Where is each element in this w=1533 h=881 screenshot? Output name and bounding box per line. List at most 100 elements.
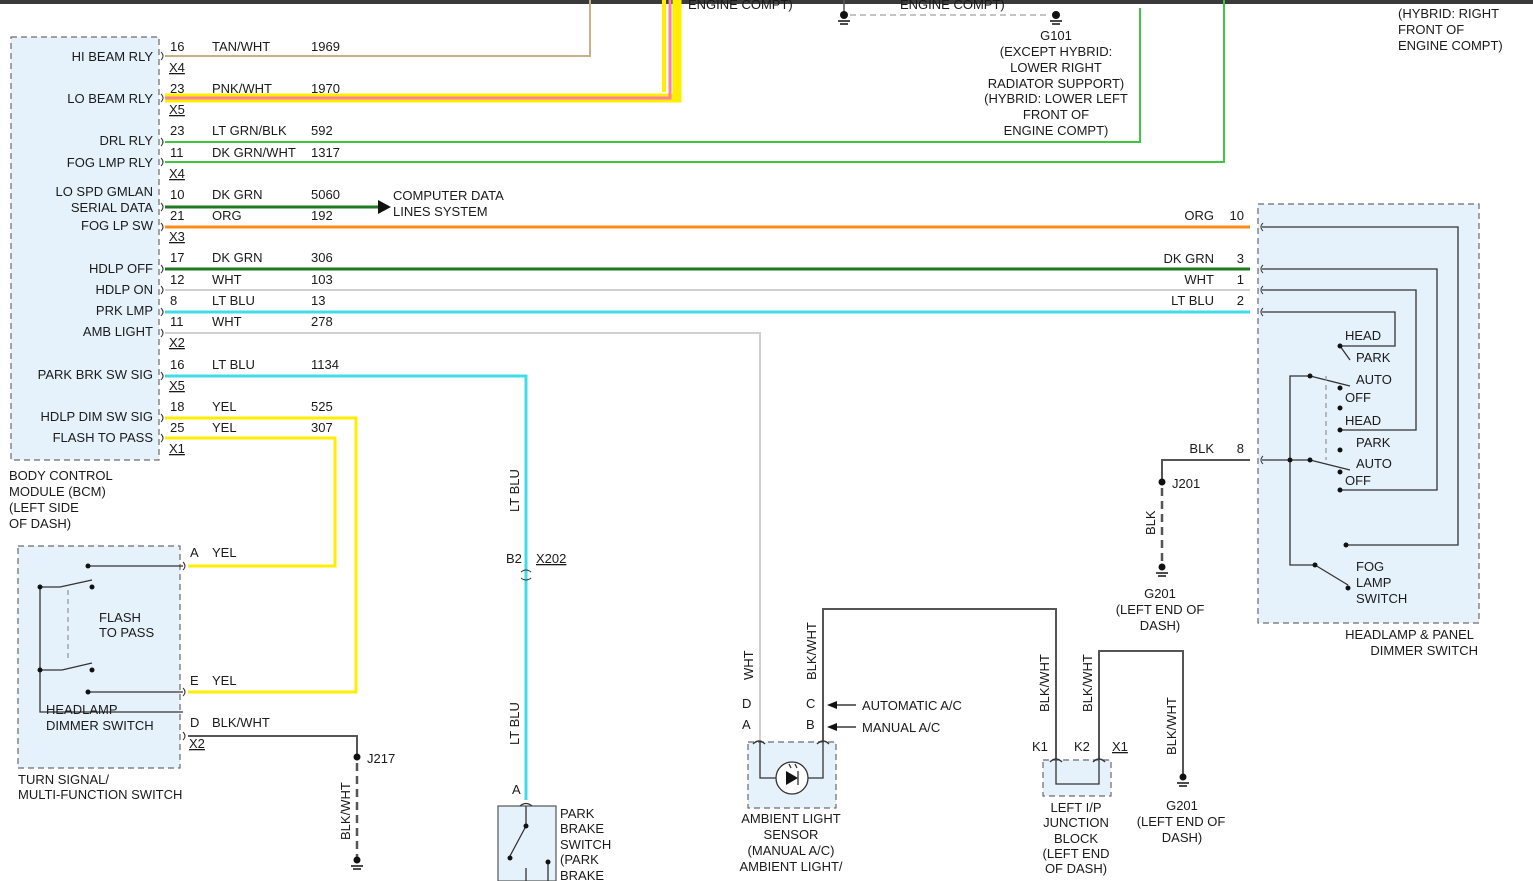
arrow-automatic-ac	[827, 701, 837, 709]
svg-text:(EXCEPT HYBRID:: (EXCEPT HYBRID:	[1000, 44, 1112, 59]
j217-label: J217	[367, 751, 395, 766]
svg-text:X4: X4	[169, 60, 185, 75]
j201-wire-label: BLK	[1143, 510, 1158, 535]
g201-right-label: G201 (LEFT END OF DASH)	[1116, 586, 1205, 633]
svg-text:(LEFT END OF: (LEFT END OF	[1116, 602, 1205, 617]
svg-text:(MANUAL A/C): (MANUAL A/C)	[748, 843, 835, 858]
top-ground-label-1: ENGINE COMPT)	[688, 0, 793, 12]
svg-text:JUNCTION: JUNCTION	[1043, 815, 1109, 830]
svg-text:YEL: YEL	[212, 420, 237, 435]
svg-text:13: 13	[311, 293, 325, 308]
svg-text:1317: 1317	[311, 145, 340, 160]
park-conn-x202: X202	[536, 551, 566, 566]
svg-text:HDLP DIM SW SIG: HDLP DIM SW SIG	[41, 409, 153, 424]
svg-text:AMB LIGHT: AMB LIGHT	[83, 324, 153, 339]
park-pin-a: A	[512, 782, 521, 797]
j217-wire-label: BLK/WHT	[338, 782, 353, 840]
svg-text:MODULE (BCM): MODULE (BCM)	[9, 484, 106, 499]
svg-text:525: 525	[311, 399, 333, 414]
svg-text:LT GRN/BLK: LT GRN/BLK	[212, 123, 287, 138]
svg-text:DK GRN/WHT: DK GRN/WHT	[212, 145, 296, 160]
svg-text:YEL: YEL	[212, 399, 237, 414]
svg-text:17: 17	[170, 250, 184, 265]
j201-label: J201	[1172, 476, 1200, 491]
svg-text:LEFT I/P: LEFT I/P	[1050, 800, 1101, 815]
junction-block-box	[1042, 759, 1112, 797]
svg-text:DASH): DASH)	[1162, 830, 1202, 845]
g201-bottom-label: G201 (LEFT END OF DASH)	[1137, 798, 1226, 845]
amb-pin-d: D	[742, 696, 751, 711]
dimmer-switch-label: HEADLAMP & PANEL DIMMER SWITCH	[1345, 627, 1478, 658]
svg-text:LT BLU: LT BLU	[1171, 293, 1214, 308]
ground-g201-right	[1156, 563, 1168, 577]
svg-text:11: 11	[170, 145, 184, 160]
svg-text:MULTI-FUNCTION SWITCH: MULTI-FUNCTION SWITCH	[18, 787, 182, 802]
ambient-sensor-label: AMBIENT LIGHT SENSOR (MANUAL A/C) AMBIEN…	[739, 811, 842, 874]
svg-text:16: 16	[170, 39, 184, 54]
amb-manual-label: MANUAL A/C	[862, 720, 940, 735]
turn-signal-switch-box	[17, 545, 181, 769]
dimmer-pin-org: ORG 10	[1184, 208, 1244, 223]
svg-text:DASH): DASH)	[1140, 618, 1180, 633]
svg-text:WHT: WHT	[212, 272, 242, 287]
svg-text:X5: X5	[169, 102, 185, 117]
dimmer-pin-dkgrn: DK GRN 3	[1163, 251, 1244, 266]
svg-text:X4: X4	[169, 166, 185, 181]
svg-text:FOG: FOG	[1356, 559, 1384, 574]
svg-text:SWITCH: SWITCH	[560, 837, 611, 852]
svg-text:YEL: YEL	[212, 545, 237, 560]
svg-text:LO SPD GMLAN: LO SPD GMLAN	[55, 184, 153, 199]
svg-text:OFF: OFF	[1345, 390, 1371, 405]
svg-text:PRK LMP: PRK LMP	[96, 303, 153, 318]
dimmer-pin-blk: BLK 8	[1189, 441, 1244, 456]
svg-text:BODY CONTROL: BODY CONTROL	[9, 468, 113, 483]
svg-text:5060: 5060	[311, 187, 340, 202]
svg-text:10: 10	[170, 187, 184, 202]
wire-amb-light	[165, 332, 761, 742]
svg-text:23: 23	[170, 123, 184, 138]
svg-text:WHT: WHT	[212, 314, 242, 329]
svg-text:HEADLAMP & PANEL: HEADLAMP & PANEL	[1345, 627, 1474, 642]
svg-text:(LEFT END: (LEFT END	[1043, 846, 1110, 861]
svg-text:PARK: PARK	[560, 806, 595, 821]
svg-text:HEAD: HEAD	[1345, 328, 1381, 343]
svg-text:FRONT OF: FRONT OF	[1398, 22, 1464, 37]
svg-text:FLASH: FLASH	[99, 610, 141, 625]
svg-text:X1: X1	[169, 441, 185, 456]
svg-text:X5: X5	[169, 378, 185, 393]
svg-text:X2: X2	[189, 736, 205, 751]
junction-block-label: LEFT I/P JUNCTION BLOCK (LEFT END OF DAS…	[1043, 800, 1110, 876]
amb-wire-d-label: WHT	[741, 650, 756, 680]
wire-tsw-ground	[188, 735, 358, 756]
svg-text:LAMP: LAMP	[1356, 575, 1391, 590]
top-ground-label-2: ENGINE COMPT)	[900, 0, 1005, 12]
top-right-label: (HYBRID: RIGHT FRONT OF ENGINE COMPT)	[1398, 6, 1503, 53]
arrow-computer-data	[378, 200, 391, 214]
g101-label: G101 (EXCEPT HYBRID: LOWER RIGHT RADIATO…	[984, 28, 1128, 138]
svg-text:PARK: PARK	[1356, 350, 1391, 365]
svg-text:COMPUTER DATA: COMPUTER DATA	[393, 188, 504, 203]
svg-text:DRL RLY: DRL RLY	[100, 133, 154, 148]
bcm-pin-serial-data: LO SPD GMLAN SERIAL DATA 10 DK GRN 5060	[55, 184, 339, 215]
svg-text:X3: X3	[169, 229, 185, 244]
amb-wire-c-label: BLK/WHT	[804, 622, 819, 680]
svg-text:1970: 1970	[311, 81, 340, 96]
svg-text:FRONT OF: FRONT OF	[1023, 107, 1089, 122]
tsw-pin-labels: A YEL E YEL D BLK/WHT X2	[189, 545, 270, 751]
svg-text:103: 103	[311, 272, 333, 287]
svg-text:AMBIENT LIGHT: AMBIENT LIGHT	[741, 811, 841, 826]
svg-text:192: 192	[311, 208, 333, 223]
svg-text:BLOCK: BLOCK	[1054, 831, 1098, 846]
svg-text:G201: G201	[1166, 798, 1198, 813]
svg-text:SENSOR: SENSOR	[764, 827, 819, 842]
svg-text:HI BEAM RLY: HI BEAM RLY	[72, 49, 154, 64]
svg-text:3: 3	[1237, 251, 1244, 266]
svg-text:OFF: OFF	[1345, 473, 1371, 488]
jb-wire-k2-label: BLK/WHT	[1080, 654, 1095, 712]
svg-text:ORG: ORG	[1184, 208, 1214, 223]
svg-text:DIMMER SWITCH: DIMMER SWITCH	[1370, 643, 1478, 658]
svg-text:307: 307	[311, 420, 333, 435]
tsw-connector-marks	[182, 561, 186, 741]
svg-text:X2: X2	[169, 335, 185, 350]
svg-text:HDLP OFF: HDLP OFF	[89, 261, 153, 276]
